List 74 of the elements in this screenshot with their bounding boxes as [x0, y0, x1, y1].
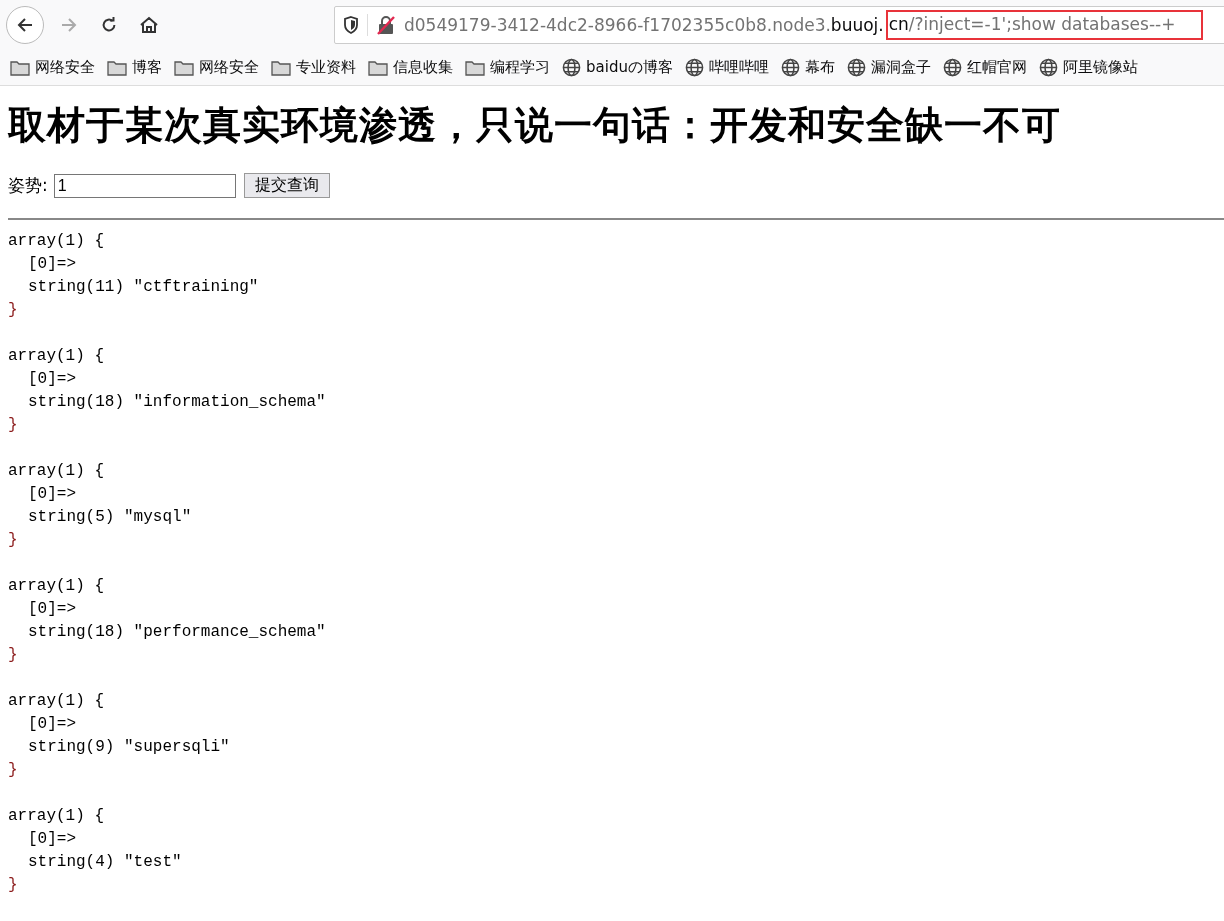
globe-icon: [562, 58, 581, 77]
globe-icon: [1038, 58, 1058, 77]
field-label: 姿势:: [8, 174, 48, 197]
folder-icon: [10, 59, 30, 76]
globe-icon: [942, 58, 962, 77]
dump-line: array(1) {: [8, 461, 104, 482]
dump-line: }: [8, 415, 18, 436]
bookmark-item[interactable]: 漏洞盒子: [846, 58, 931, 77]
folder-icon: [465, 59, 485, 76]
url-text: /?inject=-1';show databases--+: [908, 14, 1176, 34]
bookmark-label: 专业资料: [296, 58, 356, 77]
dump-line: }: [8, 530, 18, 551]
dump-line: array(1) {: [8, 346, 104, 367]
bookmark-item[interactable]: 阿里镜像站: [1038, 58, 1138, 77]
bookmark-item[interactable]: 网络安全: [10, 58, 95, 77]
bookmark-label: 博客: [132, 58, 162, 77]
bookmark-label: 网络安全: [199, 58, 259, 77]
dump-line: [0]=>: [28, 829, 76, 850]
submit-button[interactable]: 提交查询: [243, 173, 330, 198]
dump-line: array(1) {: [8, 231, 104, 252]
dump-line: [0]=>: [28, 599, 76, 620]
bookmark-label: 信息收集: [393, 58, 453, 77]
bookmark-item[interactable]: 哔哩哔哩: [684, 58, 769, 77]
bookmark-item[interactable]: 信息收集: [368, 58, 453, 77]
globe-icon: [684, 58, 704, 77]
bookmark-item[interactable]: 编程学习: [465, 58, 550, 77]
bookmark-label: 哔哩哔哩: [708, 58, 769, 77]
dump-line: array(1) {: [8, 576, 104, 597]
dump-line: array(1) {: [8, 691, 104, 712]
back-button[interactable]: [6, 6, 44, 44]
dump-line: string(5) "mysql": [28, 507, 192, 528]
bookmark-item[interactable]: 红帽官网: [942, 58, 1027, 77]
folder-icon: [271, 59, 291, 76]
dump-line: array(1) {: [8, 806, 104, 827]
bookmark-label: 红帽官网: [966, 58, 1027, 77]
url-text: cn: [888, 14, 909, 34]
shield-icon[interactable]: [343, 16, 359, 34]
bookmark-item[interactable]: 博客: [107, 58, 162, 77]
bookmark-item[interactable]: 专业资料: [271, 58, 356, 77]
input-field[interactable]: 1: [53, 173, 236, 198]
dump-line: }: [8, 645, 18, 666]
dump-line: string(11) "ctftraining": [28, 277, 259, 298]
dump-line: string(18) "information_schema": [28, 392, 326, 413]
globe-icon: [846, 58, 866, 77]
reload-icon: [100, 16, 118, 34]
url-text: buuoj.: [830, 15, 884, 35]
bookmark-label: baiduの博客: [586, 58, 673, 77]
page-heading: 取材于某次真实环境渗透，只说一句话：开发和安全缺一不可: [8, 102, 1062, 149]
globe-icon: [780, 58, 800, 77]
dump-line: string(9) "supersqli": [28, 737, 230, 758]
folder-icon: [368, 59, 388, 76]
folder-icon: [107, 59, 127, 76]
bookmark-item[interactable]: 网络安全: [174, 58, 259, 77]
address-bar[interactable]: d0549179-3412-4dc2-8966-f1702355c0b8.node3.buuoj. cn/?inject=-1';show databases--+: [334, 6, 1224, 44]
broken-lock-icon[interactable]: [376, 15, 396, 35]
bookmark-label: 幕布: [804, 58, 835, 77]
bookmark-item[interactable]: 幕布: [780, 58, 835, 77]
home-icon: [139, 15, 159, 35]
url-text: d0549179-3412-4dc2-8966-f1702355c0b8.node3.: [404, 15, 831, 35]
dump-line: string(4) "test": [28, 852, 182, 873]
bookmark-label: 网络安全: [35, 58, 95, 77]
dump-line: }: [8, 875, 18, 896]
folder-icon: [174, 59, 194, 76]
dump-line: [0]=>: [28, 254, 76, 275]
dump-line: [0]=>: [28, 484, 76, 505]
bookmark-item[interactable]: baiduの博客: [562, 58, 673, 77]
dump-line: }: [8, 760, 18, 781]
bookmark-label: 编程学习: [490, 58, 550, 77]
bookmark-label: 阿里镜像站: [1062, 58, 1138, 77]
dump-line: [0]=>: [28, 714, 76, 735]
bookmark-label: 漏洞盒子: [870, 58, 931, 77]
dump-line: [0]=>: [28, 369, 76, 390]
dump-line: string(18) "performance_schema": [28, 622, 326, 643]
dump-line: }: [8, 300, 18, 321]
